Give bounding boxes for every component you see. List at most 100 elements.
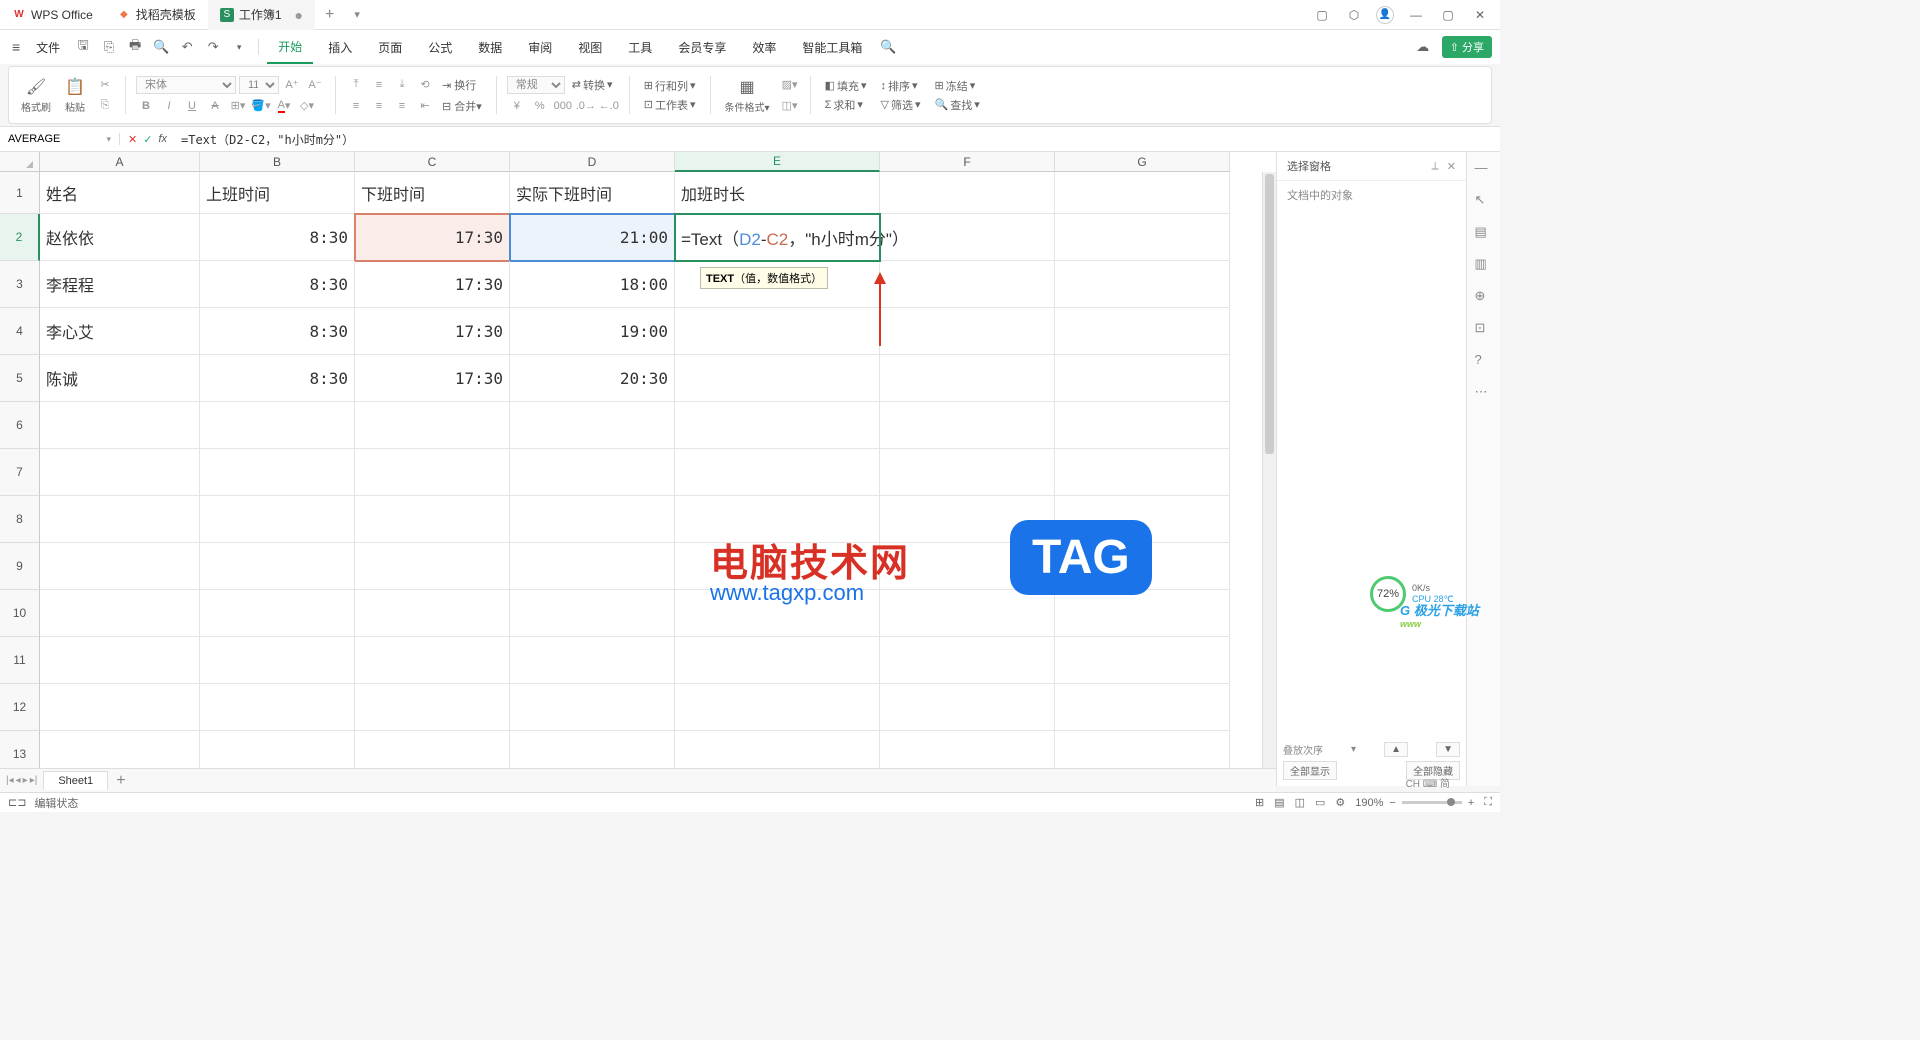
view-normal-icon[interactable]: ⊞ xyxy=(1255,796,1264,809)
align-right-icon[interactable]: ≡ xyxy=(392,97,412,115)
accept-formula-icon[interactable]: ✓ xyxy=(143,133,152,146)
cell-F3[interactable] xyxy=(880,261,1055,308)
tab-templates[interactable]: ◆ 找稻壳模板 xyxy=(105,0,208,30)
cell-A9[interactable] xyxy=(40,543,200,590)
convert-button[interactable]: ⇄ 转换▾ xyxy=(568,77,617,93)
cell-E5[interactable] xyxy=(675,355,880,402)
cell-D3[interactable]: 18:00 xyxy=(510,261,675,308)
col-header-G[interactable]: G xyxy=(1055,152,1230,172)
format-brush-group[interactable]: 🖌 格式刷 xyxy=(17,77,55,114)
cell-C10[interactable] xyxy=(355,590,510,637)
size-select[interactable]: 11 xyxy=(239,76,279,94)
redo-icon[interactable]: ↷ xyxy=(202,36,224,58)
file-menu[interactable]: 文件 xyxy=(28,39,68,56)
cell-A10[interactable] xyxy=(40,590,200,637)
add-sheet-button[interactable]: + xyxy=(108,772,133,790)
cell-A4[interactable]: 李心艾 xyxy=(40,308,200,355)
cell-C11[interactable] xyxy=(355,637,510,684)
show-all-button[interactable]: 全部显示 xyxy=(1283,761,1337,780)
cell-B4[interactable]: 8:30 xyxy=(200,308,355,355)
paste-group[interactable]: 📋 粘贴 xyxy=(61,77,89,114)
cell-B8[interactable] xyxy=(200,496,355,543)
cell-E7[interactable] xyxy=(675,449,880,496)
cell-F5[interactable] xyxy=(880,355,1055,402)
cell-E11[interactable] xyxy=(675,637,880,684)
cell-B10[interactable] xyxy=(200,590,355,637)
cond-format-group[interactable]: ▦ 条件格式▾ xyxy=(721,77,774,114)
panel2-icon[interactable]: ▥ xyxy=(1475,256,1493,274)
row-header-11[interactable]: 11 xyxy=(0,637,40,684)
freeze-button[interactable]: ⊞ 冻结▾ xyxy=(931,78,984,94)
percent-icon[interactable]: % xyxy=(530,97,550,115)
cell-B9[interactable] xyxy=(200,543,355,590)
view-page-icon[interactable]: ▤ xyxy=(1274,796,1284,809)
cell-A8[interactable] xyxy=(40,496,200,543)
more-icon[interactable]: ⋯ xyxy=(1475,384,1493,402)
cell-F10[interactable] xyxy=(880,590,1055,637)
menu-tab-review[interactable]: 审阅 xyxy=(517,30,563,64)
dec-dec-icon[interactable]: ←.0 xyxy=(599,97,619,115)
cloud-icon[interactable]: ☁ xyxy=(1412,36,1434,58)
cell-C6[interactable] xyxy=(355,402,510,449)
cell-C7[interactable] xyxy=(355,449,510,496)
scroll-thumb[interactable] xyxy=(1265,174,1274,454)
menu-tab-efficiency[interactable]: 效率 xyxy=(741,30,787,64)
cell-G11[interactable] xyxy=(1055,637,1230,684)
maximize-button[interactable]: ▢ xyxy=(1438,8,1458,22)
pin-icon[interactable]: ⟂ xyxy=(1431,160,1438,173)
print-icon[interactable]: 🖶 xyxy=(124,36,146,58)
cell-A1[interactable]: 姓名 xyxy=(40,172,200,214)
collapse-icon[interactable]: — xyxy=(1475,160,1493,178)
menu-tab-tools[interactable]: 工具 xyxy=(617,30,663,64)
qat-dropdown-icon[interactable]: ▾ xyxy=(228,36,250,58)
border-icon[interactable]: ⊞▾ xyxy=(228,97,248,115)
bold-icon[interactable]: B xyxy=(136,97,156,115)
align-center-icon[interactable]: ≡ xyxy=(369,97,389,115)
cell-E1[interactable]: 加班时长 xyxy=(675,172,880,214)
row-header-4[interactable]: 4 xyxy=(0,308,40,355)
help-icon[interactable]: ? xyxy=(1475,352,1493,370)
app-box-icon[interactable]: ▢ xyxy=(1312,8,1332,22)
currency-icon[interactable]: ¥ xyxy=(507,97,527,115)
cell-C8[interactable] xyxy=(355,496,510,543)
worksheet-button[interactable]: ⊡ 工作表▾ xyxy=(640,97,700,113)
spreadsheet-grid[interactable]: A B C D E F G 12345678910111213 姓名 上班时间 … xyxy=(0,152,1276,786)
menu-tab-member[interactable]: 会员专享 xyxy=(667,30,737,64)
zoom-in-icon[interactable]: + xyxy=(1468,797,1474,809)
cell-F4[interactable] xyxy=(880,308,1055,355)
move-up-icon[interactable]: ▲ xyxy=(1384,742,1408,757)
select-all-corner[interactable] xyxy=(0,152,40,172)
select-tool-icon[interactable]: ↖ xyxy=(1475,192,1493,210)
settings-icon[interactable]: ⚙ xyxy=(1335,796,1345,809)
cell-A3[interactable]: 李程程 xyxy=(40,261,200,308)
panel4-icon[interactable]: ⊡ xyxy=(1475,320,1493,338)
cell-G6[interactable] xyxy=(1055,402,1230,449)
row-header-6[interactable]: 6 xyxy=(0,402,40,449)
cut-icon[interactable]: ✂ xyxy=(95,76,115,94)
copy-icon[interactable]: ⎘ xyxy=(95,97,115,115)
col-header-D[interactable]: D xyxy=(510,152,675,172)
wrap-button[interactable]: ⇥ 换行 xyxy=(438,77,480,93)
prev-sheet-icon[interactable]: ◂ xyxy=(16,775,21,786)
view-break-icon[interactable]: ◫ xyxy=(1295,796,1305,809)
filter-button[interactable]: ▽ 筛选▾ xyxy=(877,97,925,113)
cell-F7[interactable] xyxy=(880,449,1055,496)
find-button[interactable]: 🔍 查找▾ xyxy=(931,97,984,113)
col-header-E[interactable]: E xyxy=(675,152,880,172)
cell-D4[interactable]: 19:00 xyxy=(510,308,675,355)
font-color-icon[interactable]: A▾ xyxy=(274,97,294,115)
cell-C4[interactable]: 17:30 xyxy=(355,308,510,355)
dec-inc-icon[interactable]: .0→ xyxy=(576,97,596,115)
row-header-9[interactable]: 9 xyxy=(0,543,40,590)
cell-A6[interactable] xyxy=(40,402,200,449)
fill-color-icon[interactable]: 🪣▾ xyxy=(251,97,271,115)
row-header-1[interactable]: 1 xyxy=(0,172,40,214)
zoom-slider[interactable] xyxy=(1402,801,1462,804)
cell-E6[interactable] xyxy=(675,402,880,449)
cell-A5[interactable]: 陈诚 xyxy=(40,355,200,402)
strike-icon[interactable]: A xyxy=(205,97,225,115)
col-header-F[interactable]: F xyxy=(880,152,1055,172)
cell-C5[interactable]: 17:30 xyxy=(355,355,510,402)
comma-icon[interactable]: 000 xyxy=(553,97,573,115)
tab-menu-button[interactable]: ▾ xyxy=(344,8,370,21)
